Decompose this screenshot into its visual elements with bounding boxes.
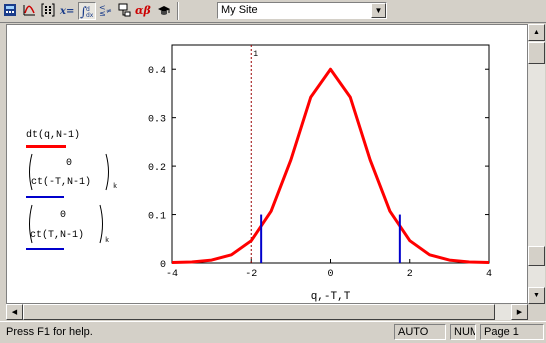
scroll-down-icon[interactable]: ▼: [528, 287, 545, 304]
density-curve: [171, 67, 490, 264]
calculator-icon[interactable]: [2, 2, 20, 20]
status-mode: AUTO: [394, 324, 446, 340]
status-num: NUM: [450, 324, 476, 340]
y-tick-label: 0.2: [148, 163, 166, 174]
chevron-down-icon[interactable]: ▼: [371, 3, 386, 18]
svg-text:αβ: αβ: [135, 4, 151, 17]
x-tick-label: -4: [166, 269, 178, 280]
x-tick-label: 4: [486, 269, 492, 280]
graph-icon[interactable]: [21, 2, 39, 20]
scroll-up-icon[interactable]: ▲: [528, 24, 545, 41]
scroll-right-icon[interactable]: ▶: [511, 304, 528, 320]
horizontal-scrollbar[interactable]: ◀ ▶: [6, 304, 528, 320]
marker-label: 1: [253, 50, 258, 59]
status-help-text: Press F1 for help.: [6, 326, 93, 338]
status-bar: Press F1 for help. AUTO NUM Page 1: [0, 321, 546, 343]
svg-text:dx: dx: [86, 12, 94, 19]
worksheet-area[interactable]: dt(q,N-1) 0 ct(-T,N-1) k 0 ct(T,N-1) k 0…: [6, 24, 528, 304]
horizontal-scroll-thumb[interactable]: [23, 304, 495, 320]
boolean-icon[interactable]: < ≤ ≠: [97, 2, 115, 20]
y-tick-label: 0.1: [148, 212, 166, 223]
svg-text:x=: x=: [59, 6, 74, 17]
symbolic-icon[interactable]: [156, 2, 174, 20]
y-tick-label: 0.4: [148, 66, 166, 77]
evaluation-icon[interactable]: x=: [59, 2, 77, 20]
vertical-scroll-thumb-lower[interactable]: [528, 246, 545, 266]
y-tick-label: 0.3: [148, 115, 166, 126]
vertical-scrollbar[interactable]: ▲ ▼: [528, 24, 545, 304]
matrix-icon[interactable]: [40, 2, 58, 20]
svg-text:≠: ≠: [106, 7, 112, 15]
toolbar-separator: [177, 2, 179, 20]
site-dropdown-value: My Site: [221, 4, 258, 16]
status-page: Page 1: [480, 324, 544, 340]
scrollbar-corner: [528, 304, 545, 320]
x-tick-label: -2: [245, 269, 257, 280]
programming-icon[interactable]: [116, 2, 134, 20]
greek-icon[interactable]: αβ: [135, 2, 153, 20]
math-toolbar: x= ∫ d dx < ≤ ≠ αβ My Site ▼: [0, 0, 546, 23]
x-tick-label: 2: [407, 269, 413, 280]
svg-text:≤: ≤: [99, 9, 106, 18]
calculus-icon[interactable]: ∫ d dx: [78, 2, 96, 20]
x-tick-label: 0: [327, 269, 333, 280]
x-axis-label: q,-T,T: [311, 291, 351, 303]
plot-frame: [171, 44, 490, 264]
scroll-left-icon[interactable]: ◀: [6, 304, 23, 320]
site-dropdown[interactable]: My Site ▼: [217, 2, 387, 19]
t-distribution-plot[interactable]: 00.10.20.30.4-4 -2 0 2 4q,-T,T1: [7, 25, 528, 304]
vertical-scroll-thumb[interactable]: [528, 42, 545, 64]
